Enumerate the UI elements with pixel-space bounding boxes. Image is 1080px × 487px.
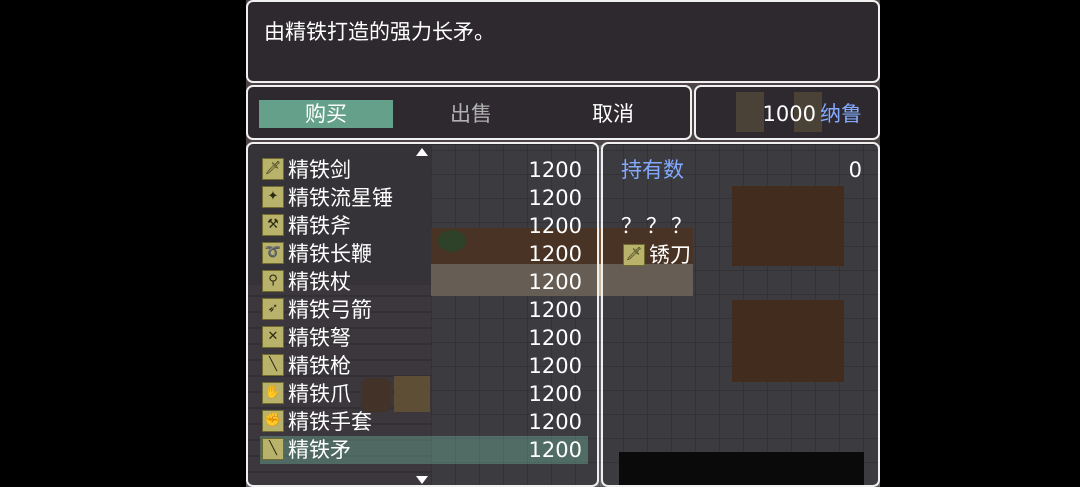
- item-name: 精铁剑: [288, 158, 351, 182]
- whip-icon: ➰: [262, 242, 284, 264]
- item-name: 精铁杖: [288, 270, 351, 294]
- item-price: 1200: [528, 270, 582, 294]
- list-item[interactable]: ✊ 精铁手套 1200: [260, 408, 588, 436]
- item-price: 1200: [528, 186, 582, 210]
- axe-icon: ⚒: [262, 214, 284, 236]
- item-price: 1200: [528, 354, 582, 378]
- list-item[interactable]: ➶ 精铁弓箭 1200: [260, 296, 588, 324]
- gun-icon: ╲: [262, 354, 284, 376]
- status-dark-panel: [619, 452, 864, 485]
- list-item[interactable]: ╲ 精铁枪 1200: [260, 352, 588, 380]
- list-item[interactable]: ✦ 精铁流星锤 1200: [260, 184, 588, 212]
- list-item[interactable]: ✕ 精铁弩 1200: [260, 324, 588, 352]
- item-price: 1200: [528, 326, 582, 350]
- cancel-button[interactable]: 取消: [546, 100, 680, 128]
- item-price: 1200: [528, 410, 582, 434]
- item-name: 精铁斧: [288, 214, 351, 238]
- rusty-blade-icon: 🗡: [623, 244, 645, 266]
- sell-button[interactable]: 出售: [404, 100, 538, 128]
- sword-icon: 🗡: [262, 158, 284, 180]
- item-price: 1200: [528, 382, 582, 406]
- list-item[interactable]: ⚒ 精铁斧 1200: [260, 212, 588, 240]
- currency-unit: 纳鲁: [820, 102, 862, 126]
- staff-icon: ⚲: [262, 270, 284, 292]
- item-price: 1200: [528, 438, 582, 462]
- item-name: 精铁枪: [288, 354, 351, 378]
- item-name: 精铁长鞭: [288, 242, 372, 266]
- list-item[interactable]: ⚲ 精铁杖 1200: [260, 268, 588, 296]
- scroll-down-arrow-icon[interactable]: [416, 476, 428, 484]
- scroll-up-arrow-icon[interactable]: [416, 148, 428, 156]
- item-description: 由精铁打造的强力长矛。: [264, 20, 495, 44]
- list-item[interactable]: ✋ 精铁爪 1200: [260, 380, 588, 408]
- gold-amount: 1000: [762, 102, 816, 126]
- item-name: 精铁弩: [288, 326, 351, 350]
- equipped-item-name: 锈刀: [649, 243, 691, 267]
- unknown-actor-name: ？？？: [621, 214, 696, 238]
- item-name: 精铁手套: [288, 410, 372, 434]
- spear-icon: ╲: [262, 438, 284, 460]
- shop-status-window: 持有数 0 ？？？ 🗡 锈刀: [601, 142, 880, 487]
- claw-icon: ✋: [262, 382, 284, 404]
- item-name: 精铁弓箭: [288, 298, 372, 322]
- flail-icon: ✦: [262, 186, 284, 208]
- shop-command-window: 购买 出售 取消: [246, 85, 692, 140]
- crossbow-icon: ✕: [262, 326, 284, 348]
- help-window: 由精铁打造的强力长矛。: [246, 0, 880, 83]
- list-item[interactable]: ➰ 精铁长鞭 1200: [260, 240, 588, 268]
- gold-window: 1000 纳鲁: [694, 85, 880, 140]
- buy-item-list: 🗡 精铁剑 1200 ✦ 精铁流星锤 1200 ⚒ 精铁斧 1200 ➰ 精铁长…: [246, 142, 599, 487]
- glove-icon: ✊: [262, 410, 284, 432]
- item-name: 精铁爪: [288, 382, 351, 406]
- item-price: 1200: [528, 242, 582, 266]
- item-name: 精铁流星锤: [288, 186, 393, 210]
- possession-count: 0: [848, 158, 862, 182]
- list-item[interactable]: 🗡 精铁剑 1200: [260, 156, 588, 184]
- item-name: 精铁矛: [288, 438, 351, 462]
- item-price: 1200: [528, 214, 582, 238]
- buy-button[interactable]: 购买: [259, 100, 393, 128]
- item-price: 1200: [528, 158, 582, 182]
- list-item-selected[interactable]: ╲ 精铁矛 1200: [260, 436, 588, 464]
- possession-label: 持有数: [621, 158, 684, 182]
- item-price: 1200: [528, 298, 582, 322]
- bow-icon: ➶: [262, 298, 284, 320]
